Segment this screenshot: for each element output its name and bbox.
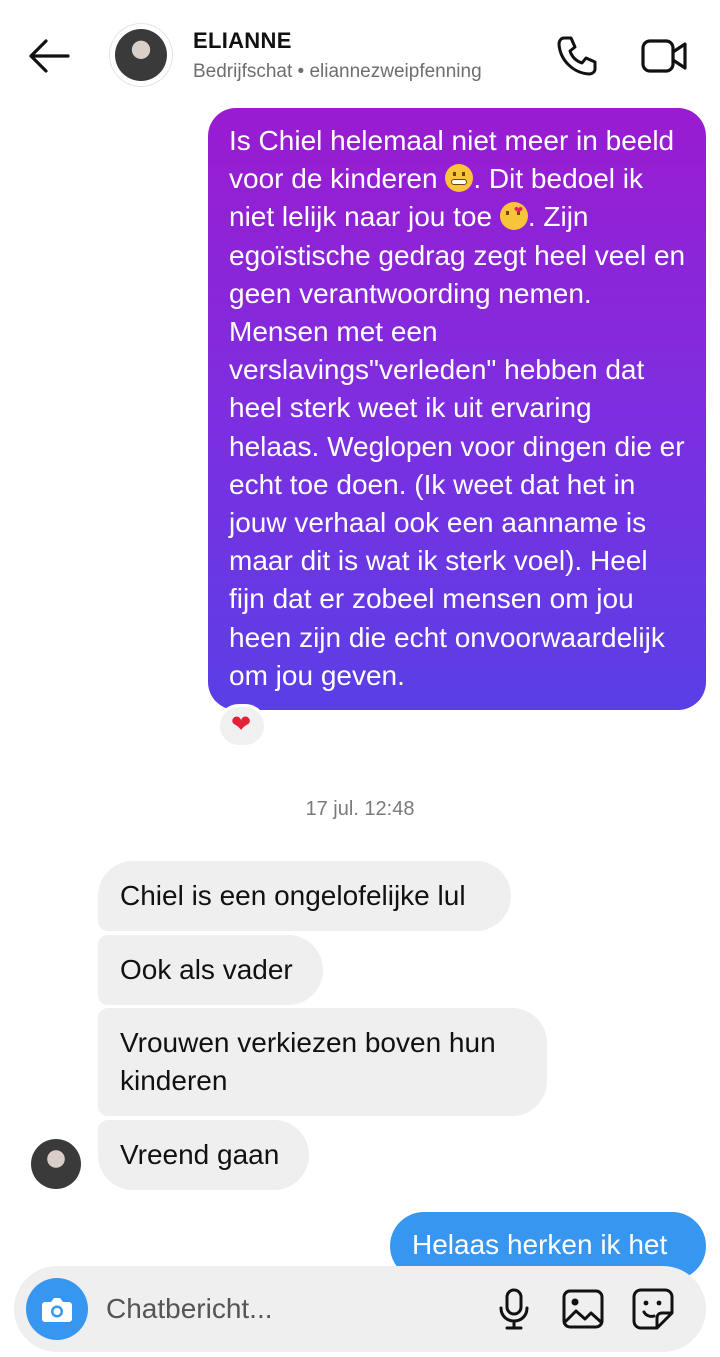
- incoming-message-bubble[interactable]: Chiel is een ongelofelijke lul: [98, 861, 511, 931]
- outgoing-message-bubble[interactable]: Is Chiel helemaal niet meer in beeld voo…: [208, 108, 706, 710]
- grimacing-face-icon: [445, 164, 474, 193]
- chat-message-input[interactable]: [106, 1293, 466, 1325]
- heart-icon: ❤: [231, 711, 252, 738]
- contact-name[interactable]: ELIANNE: [193, 28, 292, 54]
- message-text: Vreend gaan: [120, 1139, 280, 1170]
- message-text: Ook als vader: [120, 954, 293, 985]
- microphone-icon[interactable]: [494, 1287, 534, 1331]
- sticker-icon[interactable]: [631, 1287, 675, 1331]
- message-text: Helaas herken ik het: [412, 1229, 668, 1260]
- chat-header: ELIANNE Bedrijfschat • eliannezweipfenni…: [0, 0, 720, 108]
- contact-avatar[interactable]: [110, 24, 172, 86]
- message-text: Chiel is een ongelofelijke lul: [120, 880, 466, 911]
- heart-reaction[interactable]: ❤: [217, 704, 267, 748]
- back-arrow-icon[interactable]: [26, 36, 72, 76]
- message-composer: [14, 1266, 706, 1352]
- gallery-image-icon[interactable]: [561, 1288, 605, 1330]
- incoming-message-bubble[interactable]: Vrouwen verkiezen boven hun kinderen: [98, 1008, 547, 1116]
- sender-avatar[interactable]: [31, 1139, 81, 1189]
- incoming-message-bubble[interactable]: Ook als vader: [98, 935, 323, 1005]
- phone-call-icon[interactable]: [555, 34, 599, 78]
- contact-subtitle: Bedrijfschat • eliannezweipfenning: [193, 61, 482, 82]
- message-timestamp: 17 jul. 12:48: [305, 798, 415, 820]
- message-text: Vrouwen verkiezen boven hun kinderen: [120, 1027, 496, 1096]
- message-text: . Zijn egoïstische gedrag zegt heel veel…: [229, 201, 686, 691]
- camera-icon[interactable]: [26, 1278, 88, 1340]
- incoming-message-bubble[interactable]: Vreend gaan: [98, 1120, 309, 1190]
- kissing-heart-face-icon: [499, 202, 528, 231]
- video-call-icon[interactable]: [640, 36, 688, 76]
